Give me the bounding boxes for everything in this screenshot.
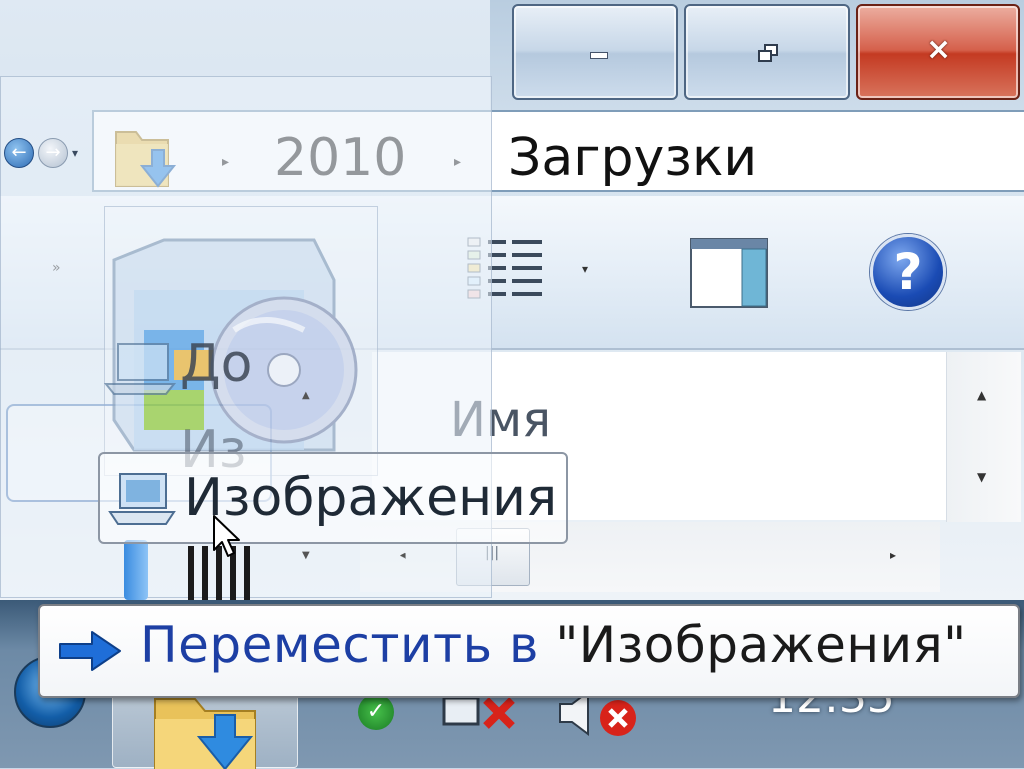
tooltip-action: Переместить в: [140, 616, 556, 674]
breadcrumb-downloads[interactable]: Загрузки: [508, 128, 757, 188]
help-icon[interactable]: ?: [870, 234, 946, 310]
nav-item-documents[interactable]: До: [180, 334, 252, 394]
minimize-icon: [590, 52, 608, 59]
nav-scroll-left-icon[interactable]: ◂: [400, 550, 405, 561]
pictures-library-icon: [108, 473, 176, 525]
drive-icon: [124, 540, 148, 600]
close-button[interactable]: ×: [856, 4, 1020, 100]
recent-pages-dropdown-icon[interactable]: ▾: [72, 146, 78, 160]
drag-target-pictures[interactable]: Изображения: [98, 452, 568, 544]
scroll-right-icon[interactable]: ▸: [890, 548, 896, 562]
restore-icon: [758, 44, 778, 62]
computer-icon: [104, 343, 176, 395]
back-arrow-icon: ←: [11, 142, 27, 163]
minimize-button[interactable]: [512, 4, 678, 100]
drag-tooltip: Переместить в "Изображения": [38, 604, 1020, 698]
mouse-cursor-icon: [213, 515, 240, 557]
forward-arrow-icon: →: [45, 142, 61, 163]
preview-pane-icon[interactable]: [690, 238, 768, 308]
nav-scroll-down-icon[interactable]: ▼: [302, 550, 310, 561]
tooltip-target: "Изображения": [555, 616, 967, 674]
move-arrow-icon: [59, 631, 121, 671]
forward-button[interactable]: →: [38, 138, 68, 168]
restore-button[interactable]: [684, 4, 850, 100]
scroll-down-icon[interactable]: ▼: [977, 470, 986, 484]
close-icon: ×: [926, 32, 952, 67]
back-button[interactable]: ←: [4, 138, 34, 168]
tooltip-text: Переместить в "Изображения": [140, 616, 967, 674]
nav-scroll-up-icon[interactable]: ▲: [302, 390, 310, 401]
security-icon[interactable]: ✓: [358, 694, 394, 730]
vertical-scrollbar[interactable]: ▲ ▼: [946, 352, 1021, 522]
folder-icon: [154, 698, 256, 769]
scroll-up-icon[interactable]: ▲: [977, 388, 986, 402]
view-dropdown-icon[interactable]: ▾: [582, 262, 588, 276]
